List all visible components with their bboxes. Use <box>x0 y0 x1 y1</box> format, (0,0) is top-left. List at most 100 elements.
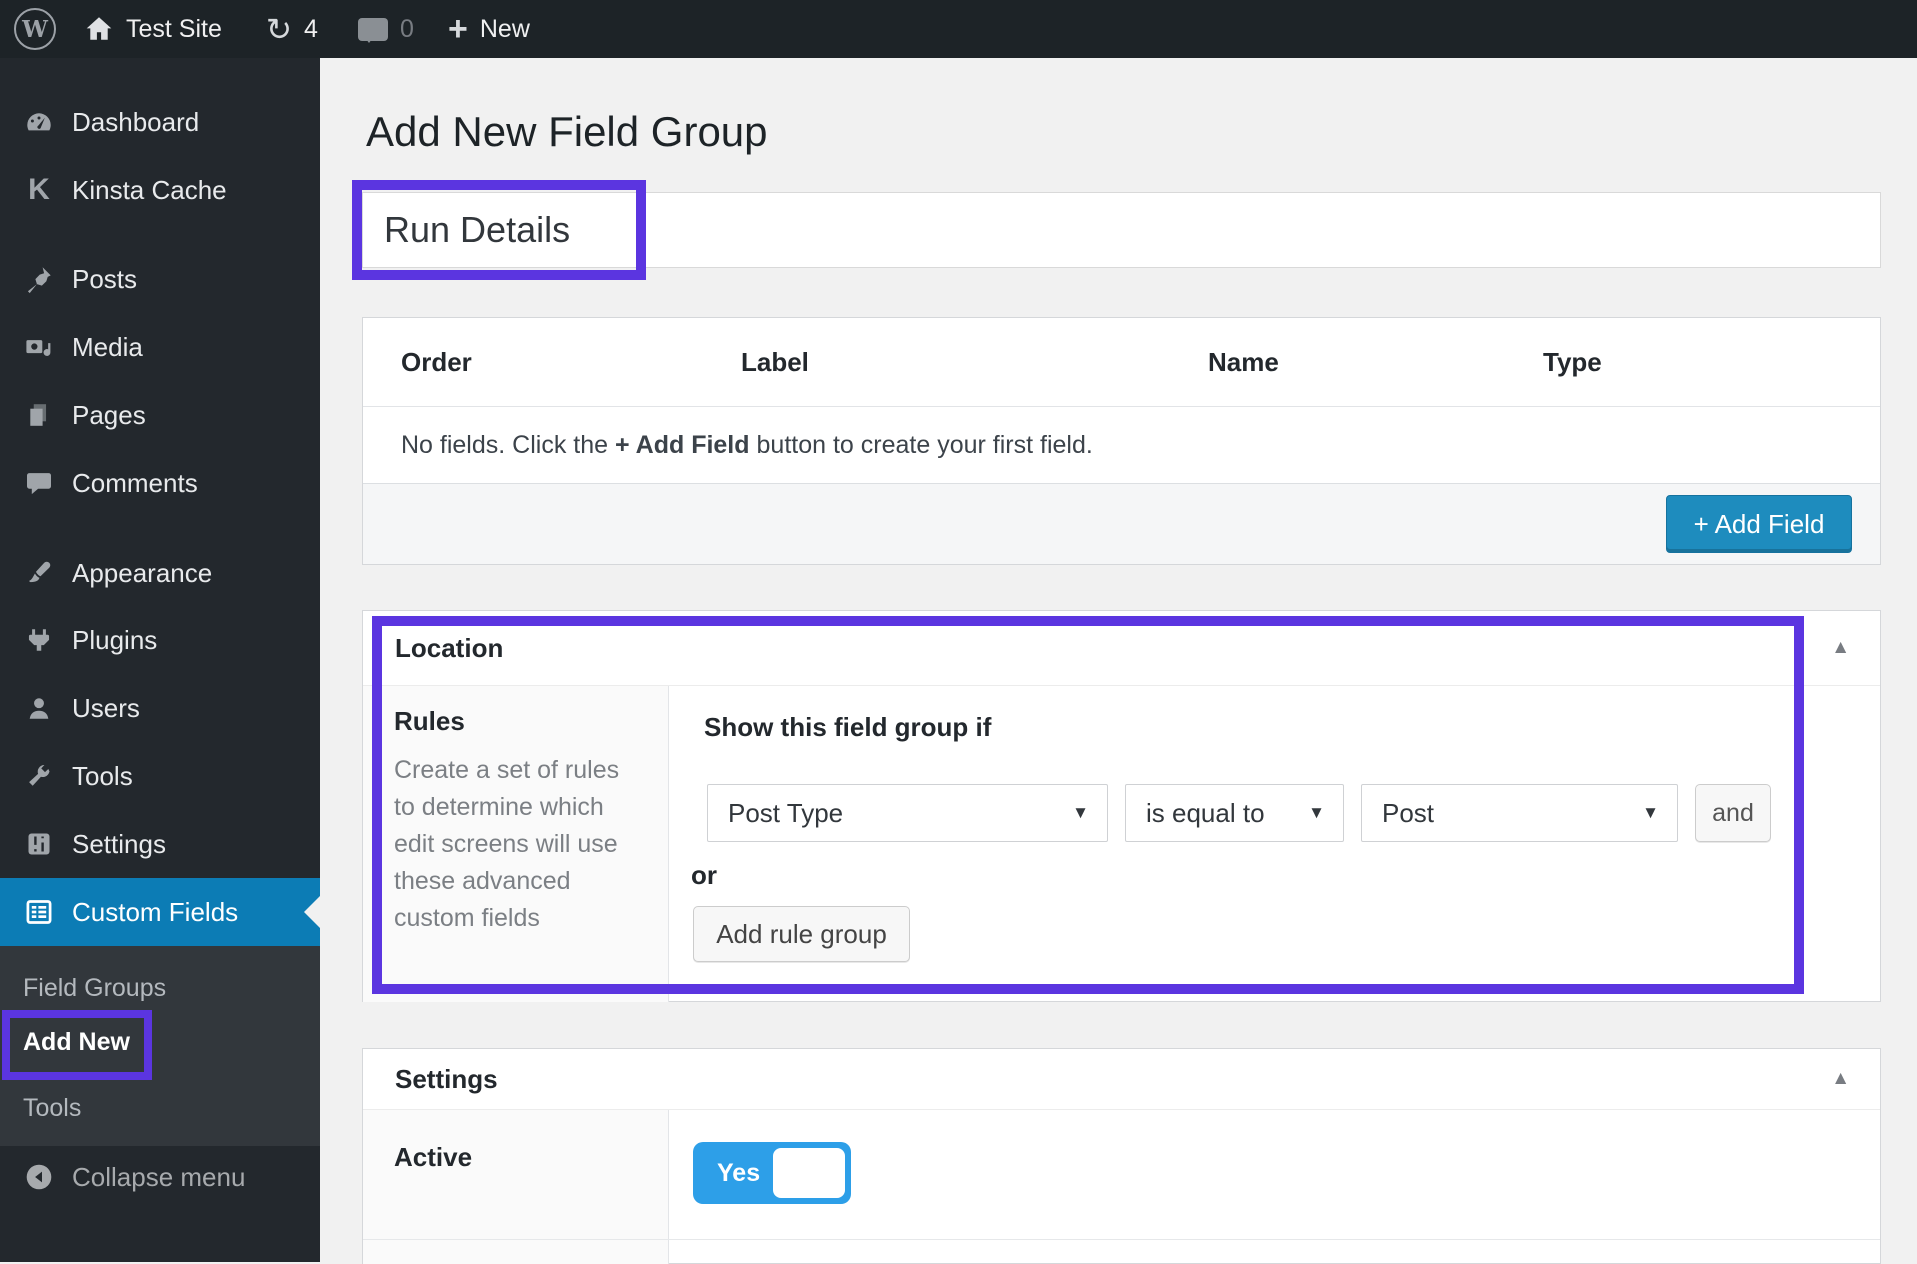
column-header-label: Label <box>741 318 809 406</box>
settings-metabox: Settings ▲ Active Yes <box>362 1048 1881 1264</box>
collapse-panel-icon[interactable]: ▲ <box>1831 1068 1850 1090</box>
submenu-item-tools[interactable]: Tools <box>0 1082 320 1134</box>
rule-value-select[interactable]: Post ▼ <box>1361 784 1678 842</box>
sidebar-item-media[interactable]: Media <box>0 313 320 381</box>
no-fields-message-suffix: button to create your first field. <box>757 431 1093 460</box>
sidebar-item-label: Users <box>72 693 140 724</box>
show-if-label: Show this field group if <box>704 712 991 743</box>
submenu-label: Tools <box>23 1094 81 1123</box>
pin-icon <box>22 262 56 296</box>
sidebar-item-settings[interactable]: Settings <box>0 810 320 878</box>
page-title: Add New Field Group <box>366 108 768 156</box>
sidebar-item-plugins[interactable]: Plugins <box>0 606 320 674</box>
sidebar-item-label: Media <box>72 332 143 363</box>
sidebar-item-label: Pages <box>72 400 146 431</box>
add-field-button[interactable]: + Add Field <box>1666 495 1852 553</box>
updates-count: 4 <box>304 15 318 44</box>
location-title: Location <box>395 633 503 664</box>
column-header-name: Name <box>1208 318 1279 406</box>
comments-count: 0 <box>400 15 414 44</box>
submenu-label: Field Groups <box>23 974 166 1003</box>
sidebar-item-custom-fields[interactable]: Custom Fields <box>0 878 320 946</box>
sidebar-item-appearance[interactable]: Appearance <box>0 539 320 607</box>
chevron-down-icon: ▼ <box>1642 803 1659 823</box>
updates-icon: ↻ <box>266 14 292 45</box>
admin-sidebar: Dashboard K Kinsta Cache Posts Media Pag… <box>0 58 320 1262</box>
sidebar-item-label: Custom Fields <box>72 897 238 928</box>
plus-icon: + <box>448 12 468 46</box>
kinsta-cache-icon: K <box>22 173 56 207</box>
comments-bubble-icon <box>358 18 388 41</box>
add-rule-group-button[interactable]: Add rule group <box>693 906 910 962</box>
chevron-down-icon: ▼ <box>1308 803 1325 823</box>
settings-header: Settings ▲ <box>363 1049 1880 1110</box>
and-rule-button[interactable]: and <box>1695 784 1771 842</box>
updates-link[interactable]: ↻ 4 <box>266 0 318 58</box>
home-icon <box>84 14 114 44</box>
custom-fields-submenu: Field Groups Add New Tools <box>0 946 320 1146</box>
active-toggle[interactable]: Yes <box>693 1142 851 1204</box>
user-icon <box>22 691 56 725</box>
new-content-link[interactable]: + New <box>448 0 530 58</box>
active-label: Active <box>394 1142 472 1173</box>
plug-icon <box>22 623 56 657</box>
sidebar-item-label: Dashboard <box>72 107 199 138</box>
sidebar-item-tools[interactable]: Tools <box>0 742 320 810</box>
rules-description: Create a set of rules to determine which… <box>394 752 646 937</box>
location-header: Location ▲ <box>363 611 1880 686</box>
submenu-label: Add New <box>23 1028 130 1057</box>
no-fields-message-prefix: No fields. Click the <box>401 431 608 460</box>
custom-fields-icon <box>22 895 56 929</box>
sidebar-item-label: Kinsta Cache <box>72 175 227 206</box>
fields-table-header: Order Label Name Type <box>363 318 1880 407</box>
rules-label: Rules <box>394 706 465 737</box>
comment-icon <box>22 466 56 500</box>
sidebar-item-dashboard[interactable]: Dashboard <box>0 88 320 156</box>
site-name-label: Test Site <box>126 15 222 44</box>
sidebar-item-label: Tools <box>72 761 133 792</box>
fields-table-panel: Order Label Name Type No fields. Click t… <box>362 317 1881 565</box>
column-header-order: Order <box>401 318 472 406</box>
dashboard-icon <box>22 105 56 139</box>
rule-param-select[interactable]: Post Type ▼ <box>707 784 1108 842</box>
or-label: or <box>691 860 717 891</box>
pages-icon <box>22 398 56 432</box>
location-metabox: Location ▲ Rules Create a set of rules t… <box>362 610 1881 1002</box>
column-header-type: Type <box>1543 318 1602 406</box>
wrench-icon <box>22 759 56 793</box>
sidebar-item-kinsta-cache[interactable]: K Kinsta Cache <box>0 156 320 224</box>
collapse-menu-label: Collapse menu <box>72 1162 245 1193</box>
chevron-down-icon: ▼ <box>1072 803 1089 823</box>
sidebar-item-label: Comments <box>72 468 198 499</box>
submenu-item-add-new[interactable]: Add New <box>0 1014 320 1070</box>
main-content: Add New Field Group Order Label Name Typ… <box>320 58 1917 1262</box>
comments-link[interactable]: 0 <box>358 0 414 58</box>
no-fields-message: No fields. Click the + Add Field button … <box>363 407 1880 483</box>
sidebar-item-label: Posts <box>72 264 137 295</box>
wordpress-logo-icon: W <box>14 8 56 50</box>
toggle-knob <box>773 1148 845 1198</box>
wordpress-menu[interactable]: W <box>14 0 56 58</box>
field-group-title-input[interactable] <box>362 192 1881 268</box>
sliders-icon <box>22 827 56 861</box>
settings-body: Active Yes <box>363 1110 1880 1264</box>
new-label: New <box>480 15 530 44</box>
rule-operator-value: is equal to <box>1146 798 1265 829</box>
sidebar-item-posts[interactable]: Posts <box>0 245 320 313</box>
submenu-item-field-groups[interactable]: Field Groups <box>0 962 320 1014</box>
sidebar-item-users[interactable]: Users <box>0 674 320 742</box>
sidebar-item-label: Plugins <box>72 625 157 656</box>
rule-operator-select[interactable]: is equal to ▼ <box>1125 784 1344 842</box>
rule-value-value: Post <box>1382 798 1434 829</box>
location-body: Rules Create a set of rules to determine… <box>363 686 1880 1002</box>
site-name-link[interactable]: Test Site <box>84 0 222 58</box>
sidebar-item-pages[interactable]: Pages <box>0 381 320 449</box>
media-icon <box>22 330 56 364</box>
collapse-panel-icon[interactable]: ▲ <box>1831 637 1850 659</box>
sidebar-item-comments[interactable]: Comments <box>0 449 320 517</box>
admin-bar: W Test Site ↻ 4 0 + New <box>0 0 1917 58</box>
settings-title: Settings <box>395 1064 498 1095</box>
collapse-menu-button[interactable]: Collapse menu <box>0 1143 320 1211</box>
active-item-notch <box>304 896 320 928</box>
collapse-arrow-icon <box>22 1160 56 1194</box>
